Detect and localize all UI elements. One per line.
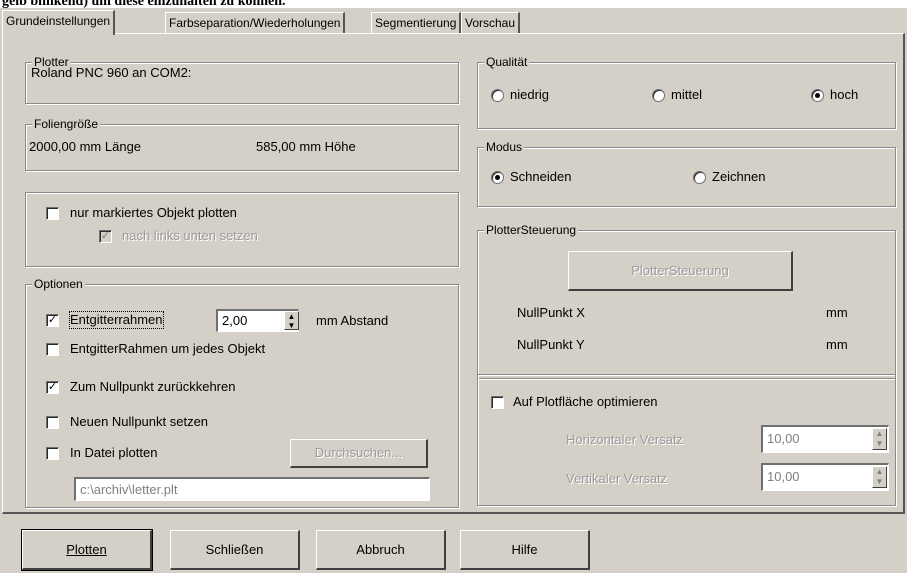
new-zero-label: Neuen Nullpunkt setzen (70, 414, 209, 429)
weed-each-checkbox[interactable] (46, 343, 59, 356)
close-button[interactable]: Schließen (170, 530, 300, 570)
tab-vorschau[interactable]: Vorschau (461, 12, 521, 34)
plotter-value: Roland PNC 960 an COM2: (31, 65, 192, 80)
foil-size-legend: Foliengröße (32, 117, 101, 131)
mode-draw-label: Zeichnen (712, 169, 766, 184)
tab-segmentierung[interactable]: Segmentierung (371, 12, 462, 34)
optimize-checkbox[interactable] (491, 396, 504, 409)
zero-y-label: NullPunkt Y (517, 337, 585, 352)
v-offset-input[interactable]: 10,00 (761, 463, 889, 491)
zero-x-label: NullPunkt X (517, 305, 585, 320)
quality-high-radio[interactable] (811, 89, 824, 102)
plot-dialog: Grundeinstellungen Farbseparation/Wieder… (0, 8, 907, 573)
plotter-control-button[interactable]: PlotterSteuerung (568, 251, 793, 291)
optimize-label: Auf Plotfläche optimieren (513, 394, 658, 409)
plot-to-file-label: In Datei plotten (70, 445, 158, 460)
cancel-button-label: Abbruch (356, 542, 405, 557)
new-zero-checkbox[interactable] (46, 416, 59, 429)
quality-mid-radio[interactable] (652, 89, 665, 102)
weed-frame-checkbox[interactable]: ✓ (46, 314, 59, 327)
plot-button[interactable]: Plotten (21, 529, 153, 571)
only-marked-checkbox[interactable] (46, 207, 59, 220)
mode-cut-radio[interactable] (491, 171, 504, 184)
quality-group: Qualität niedrig mittel hoch (477, 55, 896, 129)
weed-frame-distance-spinner[interactable]: ▲ ▼ (284, 311, 299, 330)
mode-draw-radio[interactable] (693, 171, 706, 184)
plot-to-file-checkbox[interactable] (46, 447, 59, 460)
cancel-button[interactable]: Abbruch (316, 530, 446, 570)
foil-length: 2000,00 mm Länge (29, 139, 142, 154)
tab-panel: Plotter Roland PNC 960 an COM2: Foliengr… (2, 33, 905, 514)
mode-legend: Modus (484, 140, 525, 154)
v-offset-spinner[interactable]: ▲ ▼ (872, 466, 887, 488)
h-offset-label: Horizontaler Versatz (566, 432, 684, 447)
plotter-control-group: PlotterSteuerung PlotterSteuerung NullPu… (477, 223, 896, 379)
mode-group: Modus Schneiden Zeichnen (477, 140, 896, 207)
weed-frame-label: Entgitterrahmen (69, 311, 164, 329)
quality-high-label: hoch (830, 87, 859, 102)
mode-cut-label: Schneiden (510, 169, 572, 184)
options-group: Optionen ✓ Entgitterrahmen 2,00 ▲ ▼ mm Ab… (25, 277, 459, 508)
return-zero-checkbox[interactable]: ✓ (46, 381, 59, 394)
quality-low-radio[interactable] (491, 89, 504, 102)
plotter-control-legend: PlotterSteuerung (484, 223, 579, 237)
weed-frame-unit: mm Abstand (316, 313, 389, 328)
move-bottom-left-checkbox[interactable]: ✓ (99, 230, 112, 243)
plotter-group: Plotter Roland PNC 960 an COM2: (25, 55, 459, 104)
return-zero-label: Zum Nullpunkt zurückkehren (70, 379, 236, 394)
quality-low-label: niedrig (510, 87, 550, 102)
file-path-input[interactable]: c:\archiv\letter.plt (74, 477, 430, 501)
v-offset-label: Vertikaler Versatz (566, 471, 668, 486)
help-button[interactable]: Hilfe (460, 530, 590, 570)
close-button-label: Schließen (205, 542, 264, 557)
h-offset-spinner[interactable]: ▲ ▼ (872, 428, 887, 450)
zero-y-unit: mm (826, 337, 848, 352)
weed-each-label: EntgitterRahmen um jedes Objekt (70, 341, 266, 356)
browse-button[interactable]: Durchsuchen... (290, 439, 428, 468)
foil-height: 585,00 mm Höhe (256, 139, 356, 154)
tab-grundeinstellungen[interactable]: Grundeinstellungen (2, 10, 116, 35)
zero-x-unit: mm (826, 305, 848, 320)
options-legend: Optionen (32, 277, 85, 291)
foil-size-group: Foliengröße 2000,00 mm Länge 585,00 mm H… (25, 117, 459, 171)
tab-farbseparation[interactable]: Farbseparation/Wiederholungen (165, 12, 346, 34)
move-bottom-left-label: nach links unten setzen (122, 228, 258, 243)
help-button-label: Hilfe (511, 542, 538, 557)
only-marked-label: nur markiertes Objekt plotten (70, 205, 237, 220)
h-offset-input[interactable]: 10,00 (761, 425, 889, 453)
quality-legend: Qualität (484, 55, 530, 69)
optimize-group: Auf Plotfläche optimieren Horizontaler V… (477, 374, 896, 506)
marked-object-group: nur markiertes Objekt plotten ✓ nach lin… (25, 192, 459, 267)
quality-mid-label: mittel (671, 87, 703, 102)
plot-button-label: Plotten (66, 542, 107, 557)
